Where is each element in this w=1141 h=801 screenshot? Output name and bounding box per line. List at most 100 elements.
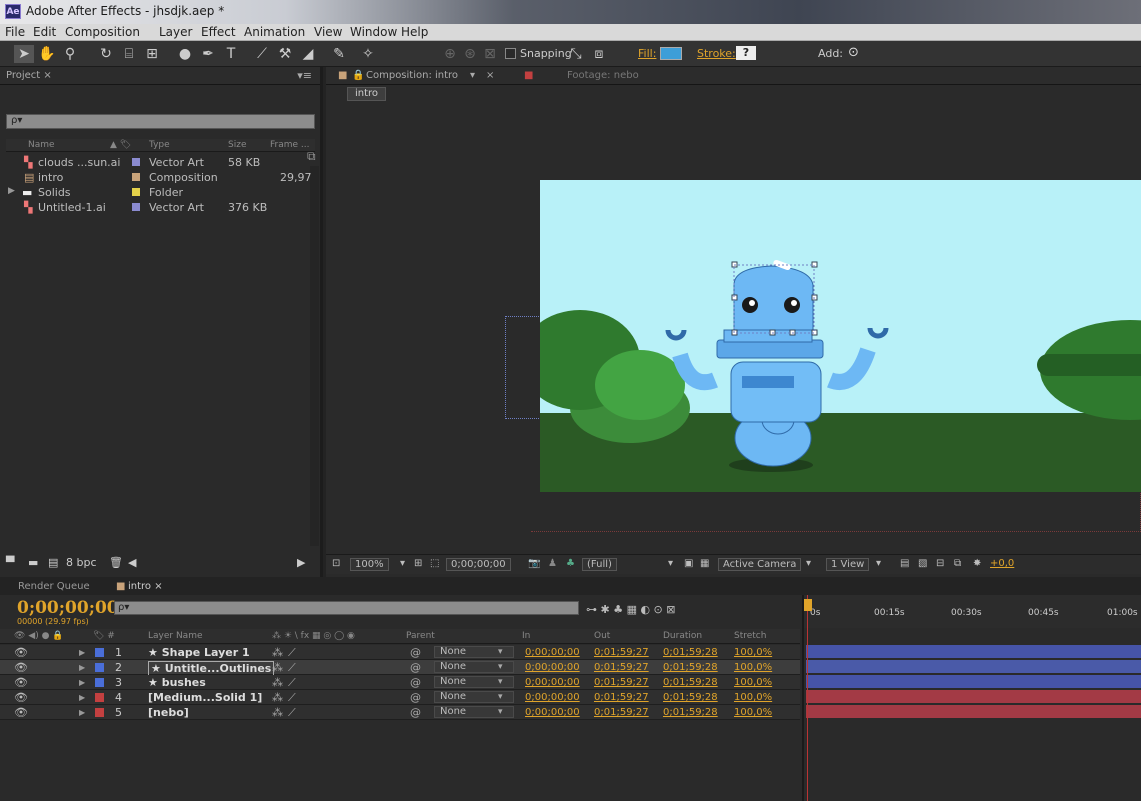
current-time-display[interactable]: 0;00;00;00 <box>17 598 119 618</box>
breadcrumb[interactable]: intro <box>347 87 387 101</box>
col-stretch[interactable]: Stretch <box>734 631 766 641</box>
list-item[interactable]: ▶ ▬ Solids Folder <box>6 185 315 200</box>
type-tool-icon[interactable]: T <box>221 45 241 63</box>
timeline-icon[interactable]: ⊟ <box>936 558 944 569</box>
quality-switch-icon[interactable]: ⟋ <box>288 646 296 660</box>
menu-layer[interactable]: Layer <box>159 25 192 39</box>
transparency-grid-icon[interactable]: ▦ <box>700 558 709 569</box>
tab-dropdown-icon[interactable]: ▾ <box>470 70 475 81</box>
shy-switch-icon[interactable]: ⁂ <box>272 646 283 659</box>
layer-duration-bar[interactable] <box>806 660 1141 673</box>
label-swatch[interactable] <box>95 708 104 717</box>
menu-view[interactable]: View <box>314 25 342 39</box>
duration-value[interactable]: 0;01;59;28 <box>663 692 718 703</box>
layer-duration-bar[interactable] <box>806 675 1141 688</box>
interpret-footage-icon[interactable]: ▀ <box>6 556 14 569</box>
col-type[interactable]: Type <box>149 140 170 150</box>
stretch-value[interactable]: 100,0% <box>734 692 772 703</box>
col-size[interactable]: Size <box>228 140 246 150</box>
camera-dropdown-arrow-icon[interactable]: ▾ <box>806 558 811 569</box>
pickwhip-icon[interactable]: @ <box>410 661 421 674</box>
col-out[interactable]: Out <box>594 631 610 641</box>
out-point[interactable]: 0;01;59;27 <box>594 662 649 673</box>
col-in[interactable]: In <box>522 631 530 641</box>
timecode-button[interactable]: 0;00;00;00 <box>446 558 511 571</box>
layer-name[interactable]: [nebo] <box>148 706 189 719</box>
quality-switch-icon[interactable]: ⟋ <box>288 691 296 705</box>
col-name[interactable]: Name <box>28 140 55 150</box>
rotation-tool-icon[interactable]: ↻ <box>96 45 116 63</box>
stretch-value[interactable]: 100,0% <box>734 677 772 688</box>
stretch-value[interactable]: 100,0% <box>734 707 772 718</box>
eye-icon[interactable]: 👁 <box>14 661 28 674</box>
snap-features-icon[interactable]: ⧈ <box>589 45 609 63</box>
resolution-dropdown[interactable]: (Full) <box>582 558 617 571</box>
shy-switch-icon[interactable]: ⁂ <box>272 691 283 704</box>
list-item[interactable]: ▚ Untitled-1.ai Vector Art 376 KB <box>6 200 315 215</box>
pickwhip-icon[interactable]: @ <box>410 706 421 719</box>
label-swatch[interactable] <box>95 663 104 672</box>
current-time-indicator[interactable] <box>804 599 812 611</box>
label-swatch[interactable] <box>95 678 104 687</box>
label-swatch[interactable] <box>132 158 140 166</box>
stretch-value[interactable]: 100,0% <box>734 647 772 658</box>
table-row[interactable]: 👁 ▶ 3 ★ bushes ⁂ ⟋ @ None ▾ 0;00;00;00 0;01;59;27 0… <box>0 675 800 690</box>
eye-icon[interactable]: 👁 <box>14 676 28 689</box>
dropdown-arrow-icon[interactable]: ▾ <box>498 677 503 687</box>
duration-value[interactable]: 0;01;59;28 <box>663 662 718 673</box>
flowchart-icon[interactable]: ⧉ <box>954 558 961 569</box>
duration-value[interactable]: 0;01;59;28 <box>663 647 718 658</box>
table-row[interactable]: 👁 ▶ 2 ★ Untitle...Outlines ⁂ ⟋ @ None ▾ 0;00;00;0… <box>0 660 800 676</box>
shy-switch-icon[interactable]: ⁂ <box>272 706 283 719</box>
snapshot-icon[interactable]: 📷 <box>528 558 540 569</box>
expand-arrow-icon[interactable]: ▶ <box>8 186 15 196</box>
pen-tool-icon[interactable]: ✒ <box>198 45 218 63</box>
pickwhip-icon[interactable]: @ <box>410 691 421 704</box>
toggle-pixel-aspect-icon[interactable]: ▤ <box>900 558 909 569</box>
time-graph[interactable]: 0s 00:15s 00:30s 00:45s 01:00s <box>802 595 1141 801</box>
duration-value[interactable]: 0;01;59;28 <box>663 677 718 688</box>
quality-switch-icon[interactable]: ⟋ <box>288 676 296 690</box>
label-swatch[interactable] <box>132 203 140 211</box>
zoom-dropdown[interactable]: 100% <box>350 558 389 571</box>
layer-duration-bar[interactable] <box>806 690 1141 703</box>
tab-intro[interactable]: intro × <box>128 581 163 592</box>
project-scrollbar[interactable] <box>310 166 319 546</box>
puppet-pin-tool-icon[interactable]: ✧ <box>358 45 378 63</box>
menu-edit[interactable]: Edit <box>33 25 56 39</box>
close-icon[interactable]: × <box>486 70 494 81</box>
mask-visibility-icon[interactable]: ⬚ <box>430 558 439 569</box>
scroll-right-icon[interactable]: ▶ <box>297 556 305 569</box>
menu-file[interactable]: File <box>5 25 25 39</box>
hand-tool-icon[interactable]: ✋ <box>37 45 57 63</box>
out-point[interactable]: 0;01;59;27 <box>594 692 649 703</box>
col-frame[interactable]: Frame ... <box>270 140 310 150</box>
composition-switches-icons[interactable]: ⊶ ✱ ♣ ▦ ◐ ⊙ ⊠ <box>586 603 675 616</box>
list-item[interactable]: ▤ intro Composition 29,97 <box>6 170 315 185</box>
menu-effect[interactable]: Effect <box>201 25 236 39</box>
layer-duration-bar[interactable] <box>806 645 1141 658</box>
stretch-value[interactable]: 100,0% <box>734 662 772 673</box>
col-layer-name[interactable]: Layer Name <box>148 631 203 641</box>
col-parent[interactable]: Parent <box>406 631 435 641</box>
quality-switch-icon[interactable]: ⟋ <box>288 661 296 675</box>
expand-arrow-icon[interactable]: ▶ <box>79 708 85 717</box>
label-swatch[interactable] <box>95 693 104 702</box>
layer-duration-bar[interactable] <box>806 705 1141 718</box>
in-point[interactable]: 0;00;00;00 <box>525 707 580 718</box>
view-axis-icon[interactable]: ⊠ <box>480 45 500 63</box>
camera-dropdown[interactable]: Active Camera <box>718 558 802 571</box>
roto-brush-tool-icon[interactable]: ✎ <box>329 45 349 63</box>
menu-window[interactable]: Window <box>350 25 397 39</box>
eraser-tool-icon[interactable]: ◢ <box>298 45 318 63</box>
menu-animation[interactable]: Animation <box>244 25 305 39</box>
label-swatch[interactable] <box>132 188 140 196</box>
new-composition-icon[interactable]: ▤ <box>48 556 58 569</box>
out-point[interactable]: 0;01;59;27 <box>594 677 649 688</box>
scroll-left-icon[interactable]: ◀ <box>128 556 136 569</box>
label-column-icon[interactable]: ▲ 🏷 <box>110 140 131 150</box>
in-point[interactable]: 0;00;00;00 <box>525 662 580 673</box>
region-of-interest-icon[interactable]: ▣ <box>684 558 693 569</box>
menu-composition[interactable]: Composition <box>65 25 140 39</box>
selection-tool-icon[interactable]: ➤ <box>14 45 34 63</box>
